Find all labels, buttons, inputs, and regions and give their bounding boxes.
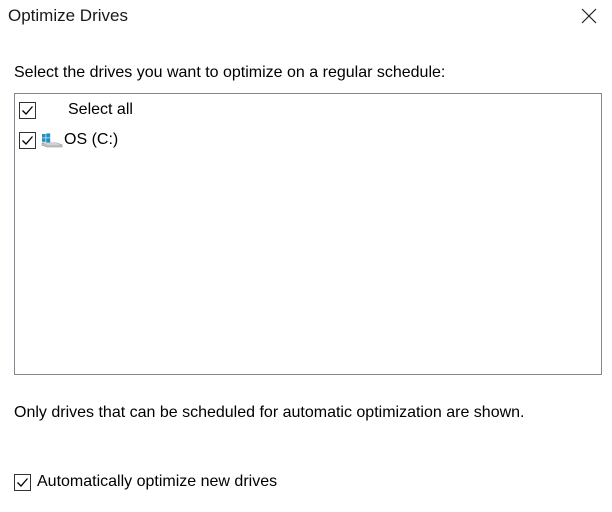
auto-optimize-option[interactable]: Automatically optimize new drives [14,470,277,494]
optimize-drives-dialog: Optimize Drives Select the drives you wa… [0,0,612,512]
close-button[interactable] [572,0,606,32]
close-icon [581,8,597,24]
checkmark-icon [17,477,28,487]
list-item-os-drive[interactable]: OS (C:) [19,128,118,152]
select-all-checkbox[interactable] [19,101,36,119]
drive-list[interactable]: Select all OS (C:) [14,93,602,375]
checkmark-icon [22,105,33,115]
window-title: Optimize Drives [8,6,128,25]
checkmark-icon [22,135,33,145]
windows-drive-icon [41,133,63,148]
list-item-select-all[interactable]: Select all [19,98,133,122]
auto-optimize-checkbox[interactable] [14,473,31,491]
os-drive-checkbox[interactable] [19,131,36,149]
auto-optimize-label: Automatically optimize new drives [37,473,278,490]
select-all-label: Select all [68,101,133,118]
scheduled-drives-note: Only drives that can be scheduled for au… [14,404,525,421]
instruction-text: Select the drives you want to optimize o… [14,64,446,81]
os-drive-label: OS (C:) [64,131,119,148]
